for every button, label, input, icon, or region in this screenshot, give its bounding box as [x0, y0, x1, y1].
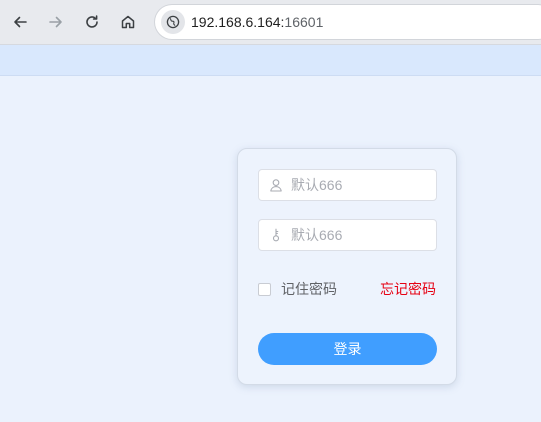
forward-icon [49, 16, 62, 28]
url-port: 16601 [284, 14, 324, 30]
page-header-strip [0, 45, 541, 76]
login-form: 记住密码 忘记密码 登录 [237, 148, 457, 385]
remember-checkbox[interactable] [258, 282, 271, 296]
password-field[interactable] [258, 219, 437, 251]
url-host: 192.168.6.164: [191, 14, 285, 30]
login-button[interactable]: 登录 [258, 333, 437, 365]
user-icon [270, 179, 282, 192]
back-button[interactable] [8, 10, 32, 34]
username-input[interactable] [291, 175, 429, 195]
address-bar[interactable]: 192.168.6.164:16601 [155, 5, 541, 39]
username-field[interactable] [258, 169, 437, 201]
remember-password[interactable]: 记住密码 [258, 281, 337, 297]
password-input[interactable] [291, 225, 429, 245]
site-info-button[interactable] [161, 10, 185, 34]
browser-toolbar: 192.168.6.164:16601 [0, 0, 541, 45]
home-button[interactable] [116, 10, 140, 34]
url-text: 192.168.6.164:16601 [191, 13, 323, 31]
site-info-icon [166, 15, 180, 29]
reload-button[interactable] [80, 10, 104, 34]
key-icon [272, 228, 280, 242]
home-icon [121, 15, 135, 29]
back-icon [14, 16, 27, 28]
remember-label[interactable]: 记住密码 [281, 281, 337, 297]
forward-button[interactable] [44, 10, 68, 34]
forgot-password-link[interactable]: 忘记密码 [380, 281, 436, 297]
reload-icon [86, 15, 98, 28]
